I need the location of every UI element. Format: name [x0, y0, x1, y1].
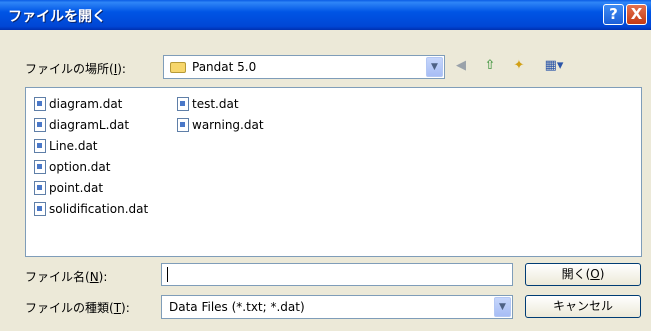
help-button[interactable]: ?: [603, 4, 624, 25]
file-icon: [34, 160, 46, 174]
cancel-button[interactable]: キャンセル: [525, 295, 641, 318]
file-icon: [177, 118, 189, 132]
filetype-value: Data Files (*.txt; *.dat): [169, 300, 305, 314]
file-icon: [34, 139, 46, 153]
file-list[interactable]: diagram.dat diagramL.dat Line.dat option…: [25, 87, 642, 257]
title-bar: ファイルを開く ? X: [0, 0, 651, 30]
new-folder-icon[interactable]: ✦: [510, 57, 528, 75]
location-value: Pandat 5.0: [192, 60, 257, 74]
dialog-title: ファイルを開く: [8, 9, 106, 25]
filetype-label: ファイルの種類(T):: [25, 301, 130, 315]
filename-label: ファイル名(N):: [25, 270, 108, 284]
file-icon: [34, 97, 46, 111]
filename-input[interactable]: [161, 263, 513, 286]
location-dropdown-icon[interactable]: ▼: [426, 57, 443, 77]
folder-icon: [170, 62, 186, 73]
file-icon: [34, 202, 46, 216]
open-file-dialog: ファイルを開く ? X ファイルの場所(I): Pandat 5.0 ▼ ◀ ⇧…: [0, 0, 651, 331]
views-icon[interactable]: ▦▾: [540, 57, 568, 75]
up-folder-icon[interactable]: ⇧: [481, 57, 499, 75]
location-label: ファイルの場所(I):: [25, 62, 126, 76]
back-icon[interactable]: ◀: [452, 57, 470, 75]
open-button[interactable]: 開く(O): [525, 263, 641, 286]
filetype-dropdown-icon[interactable]: ▼: [494, 297, 511, 317]
file-icon: [34, 181, 46, 195]
location-combo[interactable]: Pandat 5.0 ▼: [163, 55, 445, 79]
close-button[interactable]: X: [626, 4, 647, 25]
text-cursor: [167, 267, 168, 282]
file-icon: [177, 97, 189, 111]
filetype-select[interactable]: Data Files (*.txt; *.dat) ▼: [161, 295, 513, 319]
file-icon: [34, 118, 46, 132]
